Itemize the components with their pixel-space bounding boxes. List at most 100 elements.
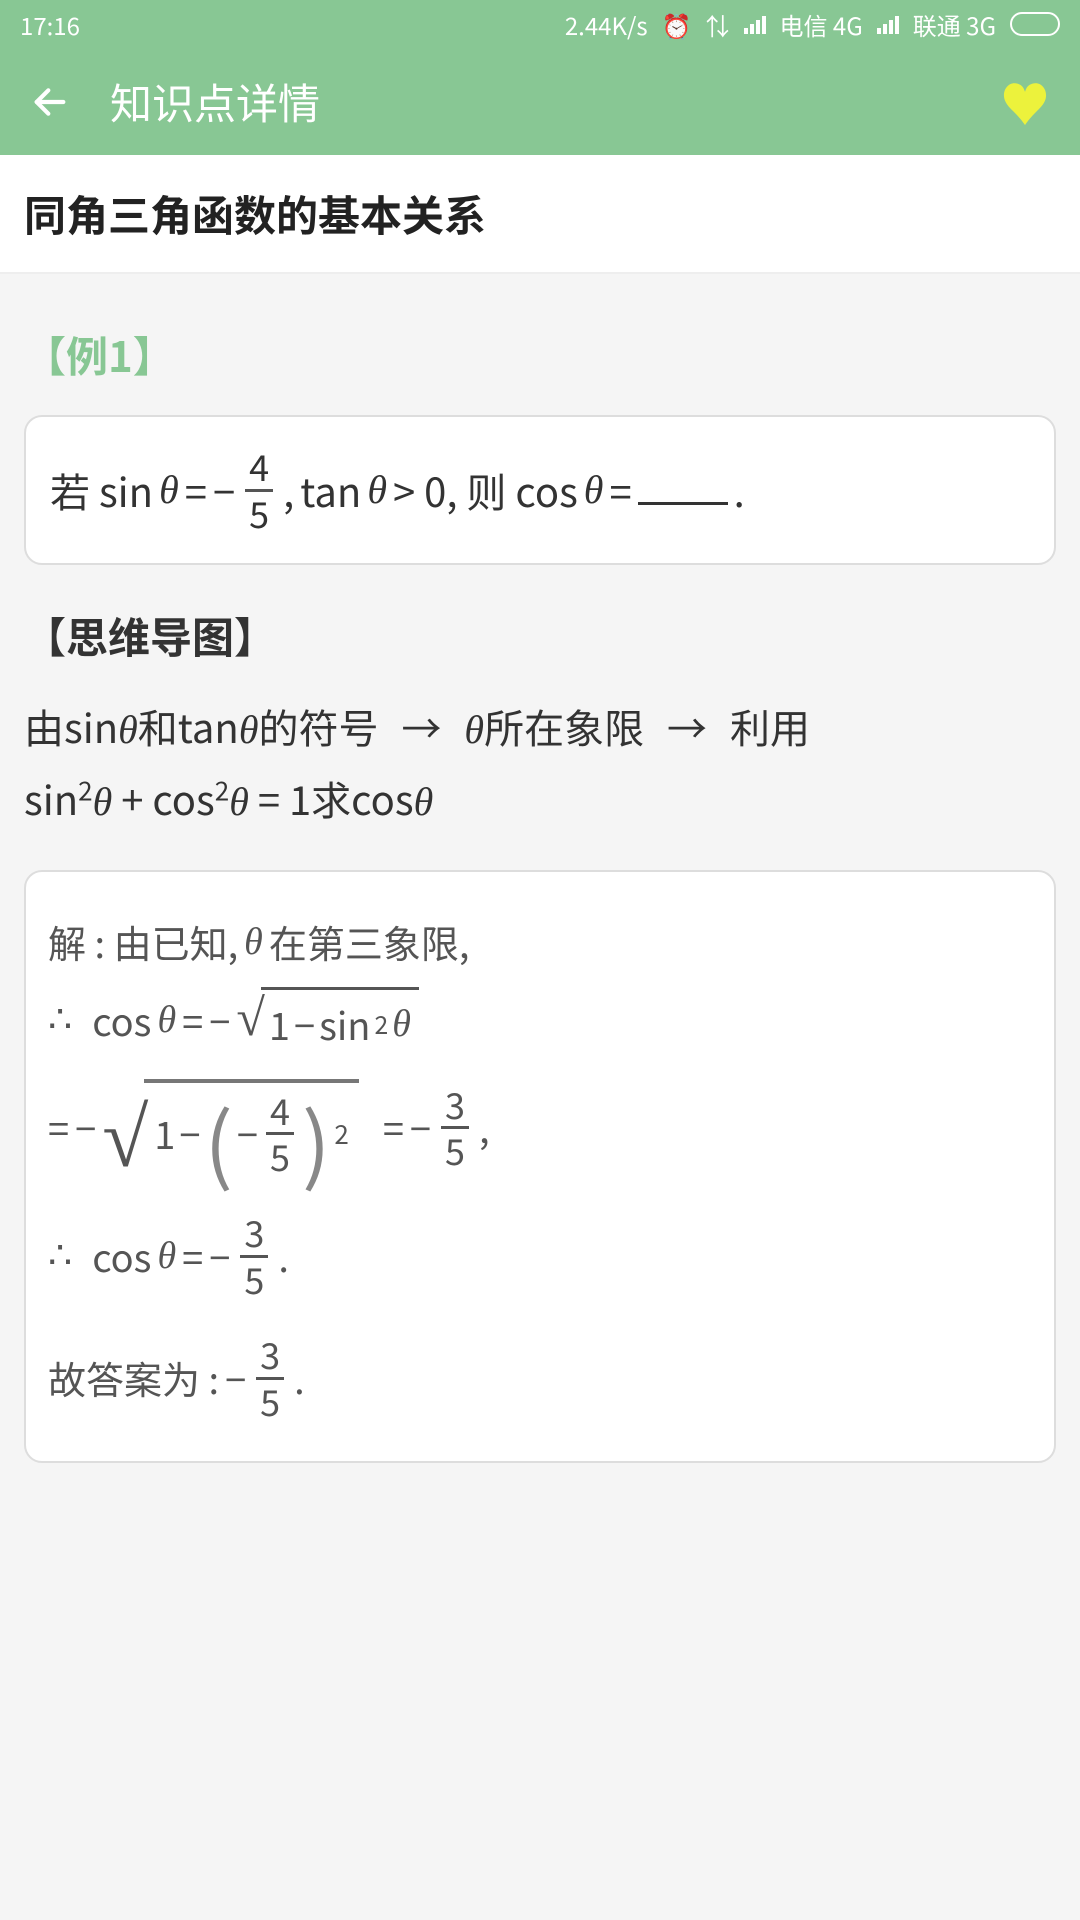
sol-part: 故答案为 : — [48, 1348, 219, 1409]
therefore-icon: ∴ — [48, 1226, 72, 1287]
sup: 2 — [334, 1113, 348, 1155]
status-speed: 2.44K/s — [565, 7, 648, 42]
therefore-icon: ∴ — [48, 990, 72, 1051]
q-part: > 0, 则 cos — [393, 458, 578, 522]
answer-blank — [638, 475, 728, 505]
sol-neg: − — [75, 1097, 96, 1158]
theta: θ — [392, 994, 411, 1055]
sup: 2 — [374, 1005, 388, 1045]
frac-den: 5 — [260, 1382, 280, 1422]
topic-title: 同角三角函数的基本关系 — [24, 183, 1056, 244]
sol-part: . — [278, 1226, 289, 1287]
solution-line-3: = − √ 1 − ( − 4 5 ) 2 — [48, 1079, 1032, 1177]
page-title: 知识点详情 — [110, 71, 1000, 132]
sol-part: 解 : 由已知, — [48, 912, 238, 973]
mm-part: 由sin — [24, 697, 118, 755]
sol-neg: − — [225, 1348, 246, 1409]
sol-part: , — [479, 1097, 490, 1158]
sol-part: = — [182, 1226, 203, 1287]
fraction-3-5: 3 5 — [256, 1335, 284, 1421]
frac-den: 5 — [445, 1131, 465, 1171]
fraction-3-5: 3 5 — [240, 1213, 268, 1299]
q-part: = — [609, 458, 631, 522]
example-label: 【例1】 — [24, 324, 1056, 385]
frac-num: 4 — [249, 447, 269, 487]
status-time: 17:16 — [20, 7, 80, 42]
sol-part: 1 — [154, 1103, 175, 1164]
theta: θ — [93, 779, 113, 824]
mindmap-label: 【思维导图】 — [24, 605, 1056, 666]
solution-line-2: ∴ cosθ = − √ 1 − sin2θ — [48, 987, 1032, 1055]
frac-num: 3 — [244, 1213, 264, 1253]
sqrt-big: √ 1 − ( − 4 5 ) 2 — [102, 1079, 359, 1177]
fraction-4-5: 4 5 — [266, 1091, 294, 1177]
carrier-1: 电信 4G — [780, 7, 863, 42]
sup: 2 — [78, 772, 92, 809]
radicand: 1 − sin2θ — [261, 987, 419, 1055]
mm-part: = 1求cos — [258, 769, 414, 827]
favorite-heart-icon[interactable]: ♥ — [1000, 66, 1050, 138]
frac-den: 5 — [270, 1137, 290, 1177]
sup: 2 — [215, 772, 229, 809]
battery-icon — [1010, 12, 1060, 36]
mm-part: 所在象限 — [484, 697, 644, 755]
radical-icon: √ — [102, 1097, 148, 1181]
fraction-3-5: 3 5 — [441, 1085, 469, 1171]
frac-den: 5 — [244, 1260, 264, 1300]
sol-neg: − — [237, 1103, 258, 1164]
sol-part: cos — [92, 990, 151, 1051]
q-part: , — [283, 458, 294, 522]
signal-icon-1 — [744, 14, 766, 34]
mm-part: 利用 — [730, 697, 810, 755]
status-bar: 17:16 2.44K/s ⏰ ⇅ 电信 4G 联通 3G — [0, 0, 1080, 48]
paren-left-icon: ( — [204, 1098, 232, 1182]
sol-part: = — [48, 1097, 69, 1158]
sol-part: 1 — [269, 994, 290, 1055]
carrier-2: 联通 3G — [913, 7, 996, 42]
theta: θ — [157, 990, 176, 1051]
mm-part: 和tan — [138, 697, 239, 755]
solution-line-1: 解 : 由已知,θ在第三象限, — [48, 912, 1032, 973]
q-part: 若 sin — [50, 458, 153, 522]
radical-icon: √ — [236, 993, 265, 1045]
theta: θ — [159, 458, 179, 522]
arrow-icon: → — [667, 697, 707, 755]
topic-title-panel: 同角三角函数的基本关系 — [0, 155, 1080, 274]
theta: θ — [118, 707, 138, 752]
frac-den: 5 — [249, 494, 269, 534]
q-part: tan — [300, 458, 361, 522]
data-transfer-icon: ⇅ — [706, 7, 730, 42]
sol-part: . — [294, 1348, 305, 1409]
q-part: . — [734, 458, 745, 522]
sol-neg: − — [410, 1097, 431, 1158]
sol-part: 在第三象限, — [269, 912, 470, 973]
app-bar: 知识点详情 ♥ — [0, 48, 1080, 155]
frac-num: 3 — [445, 1085, 465, 1125]
back-arrow-icon[interactable] — [30, 82, 70, 122]
sqrt-expr: √ 1 − sin2θ — [236, 987, 419, 1055]
theta: θ — [464, 707, 484, 752]
theta: θ — [229, 779, 249, 824]
fraction-4-5: 4 5 — [245, 447, 273, 533]
frac-num: 3 — [260, 1335, 280, 1375]
paren-right-icon: ) — [302, 1098, 330, 1182]
content-area: 【例1】 若 sinθ = − 4 5 , tanθ > 0, 则 cosθ =… — [0, 324, 1080, 1463]
solution-line-4: ∴ cosθ = − 3 5 . — [48, 1213, 1032, 1299]
sol-part: − — [294, 994, 315, 1055]
question-card: 若 sinθ = − 4 5 , tanθ > 0, 则 cosθ = . — [24, 415, 1056, 565]
mindmap-text: 由sinθ和tanθ的符号 → θ所在象限 → 利用 sin2θ + cos2θ… — [24, 692, 1056, 836]
sol-part: = — [383, 1097, 404, 1158]
signal-icon-2 — [877, 14, 899, 34]
alarm-icon: ⏰ — [662, 7, 692, 42]
solution-card: 解 : 由已知,θ在第三象限, ∴ cosθ = − √ 1 − sin2θ =… — [24, 870, 1056, 1463]
sol-neg: − — [209, 1226, 230, 1287]
frac-num: 4 — [270, 1091, 290, 1131]
solution-answer-line: 故答案为 : − 3 5 . — [48, 1335, 1032, 1421]
sol-part: − — [179, 1103, 200, 1164]
arrow-icon: → — [401, 697, 441, 755]
theta: θ — [239, 707, 259, 752]
q-neg: − — [213, 458, 235, 522]
sol-part: sin — [319, 994, 370, 1055]
theta: θ — [584, 458, 604, 522]
mm-part: 的符号 — [258, 697, 378, 755]
